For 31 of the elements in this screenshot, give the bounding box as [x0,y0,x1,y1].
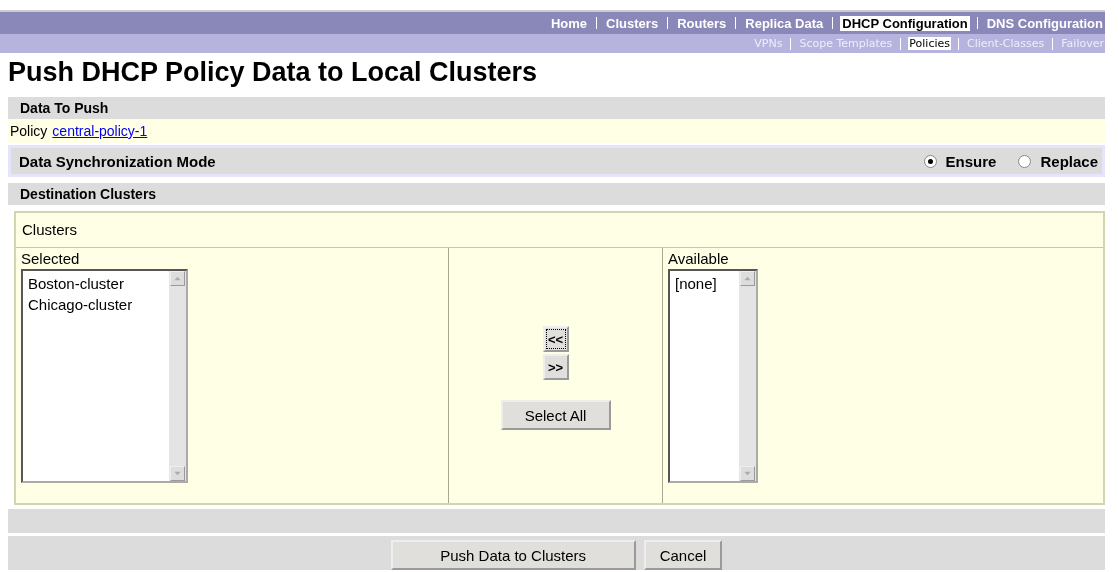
list-option[interactable]: Boston-cluster [28,273,164,294]
page-title: Push DHCP Policy Data to Local Clusters [8,56,539,89]
select-all-button[interactable]: Select All [500,400,611,430]
list-option[interactable]: [none] [675,273,734,294]
scrollbar[interactable] [169,271,186,481]
radio-button[interactable] [923,154,937,168]
section-header-text: Data Synchronization Mode [19,152,216,170]
cancel-button[interactable]: Cancel [643,540,723,570]
selected-listbox[interactable]: Boston-cluster Chicago-cluster [21,269,188,483]
radio-button[interactable] [1018,154,1032,168]
nav-link[interactable]: DHCP Configuration [840,15,970,31]
scroll-up-icon[interactable] [740,271,755,286]
move-button[interactable]: >> [542,354,569,380]
section-header: Data To Push [8,97,1105,119]
radio-option[interactable]: Ensure [923,152,997,170]
policy-label: Policy [10,123,48,139]
section-header: Destination Clusters [8,183,1105,205]
scroll-down-icon[interactable] [740,466,755,481]
sub-nav-link[interactable]: Policies [908,37,952,50]
available-listbox[interactable]: [none] [668,269,758,483]
scrollbar[interactable] [739,271,756,481]
push-button[interactable]: Push Data to Clusters [390,540,636,570]
list-label: Selected [21,250,80,267]
scroll-up-icon[interactable] [170,271,185,286]
radio-option[interactable]: Replace [1018,152,1098,170]
policy-link[interactable]: central-policy-1 [52,123,148,139]
scroll-down-icon[interactable] [170,466,185,481]
move-button[interactable]: << [542,326,569,352]
fieldset-legend: Clusters [16,213,1103,248]
list-option[interactable]: Chicago-cluster [28,294,164,315]
list-label: Available [668,250,729,267]
